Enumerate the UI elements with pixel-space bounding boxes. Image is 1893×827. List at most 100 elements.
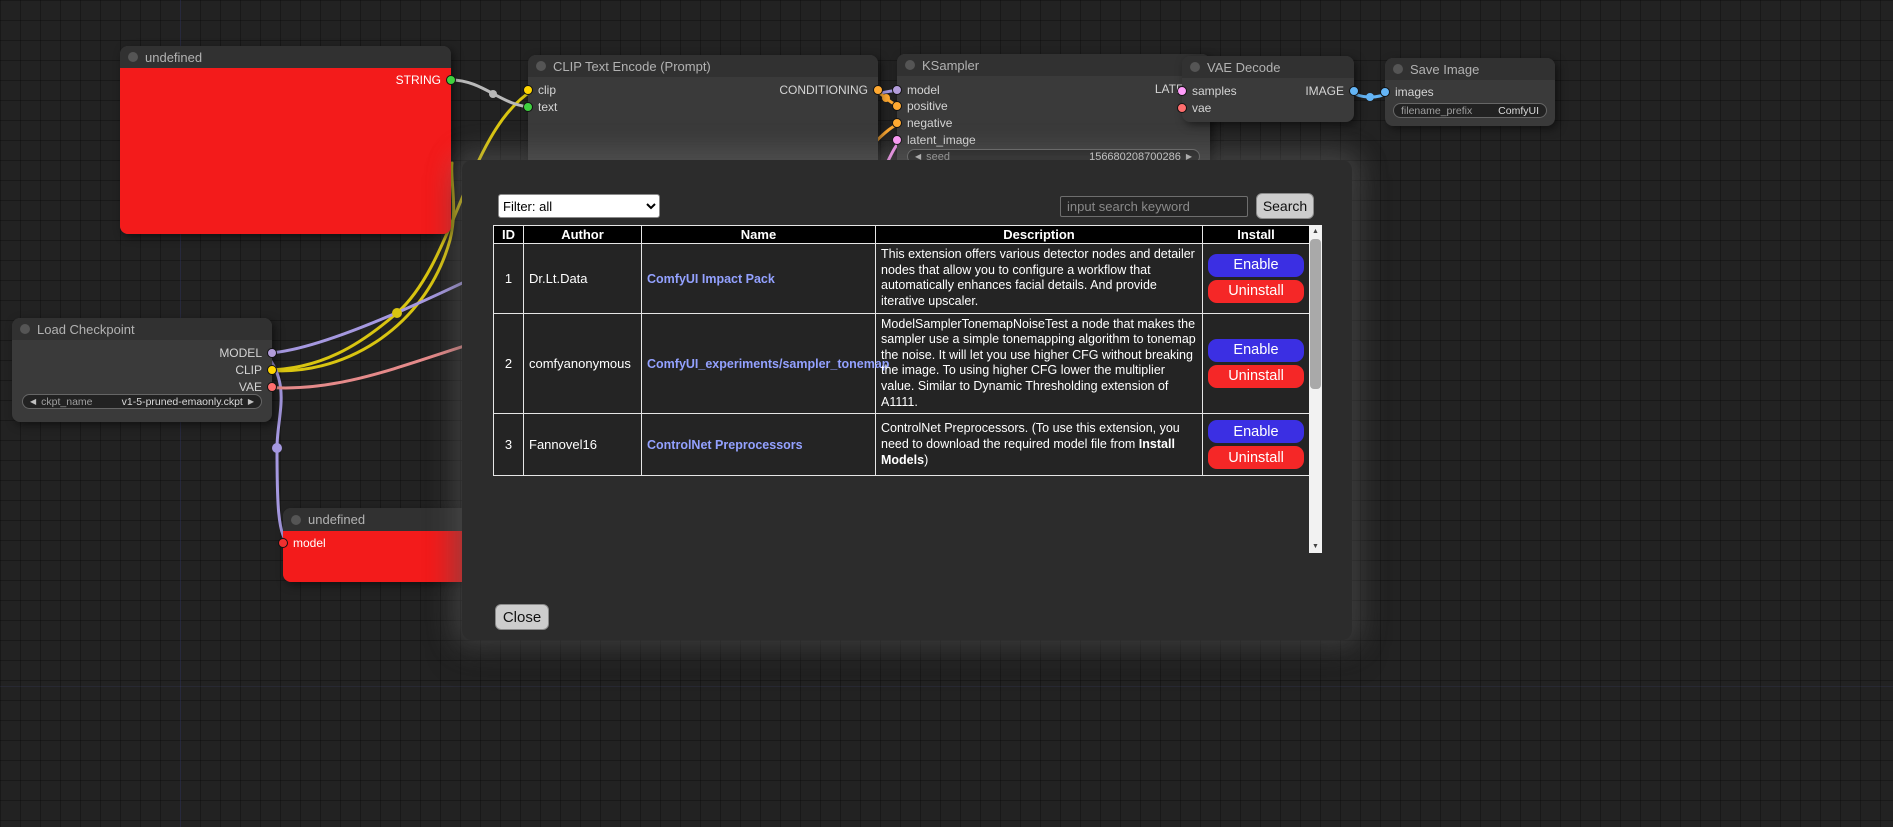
image-port-dot[interactable] bbox=[1380, 87, 1390, 97]
port-label: STRING bbox=[396, 73, 441, 87]
output-port-image[interactable]: IMAGE bbox=[1305, 84, 1359, 98]
uninstall-button[interactable]: Uninstall bbox=[1208, 280, 1304, 303]
link-midpoint-dot[interactable] bbox=[392, 308, 402, 318]
image-port-dot[interactable] bbox=[1349, 86, 1359, 96]
input-port-positive[interactable]: positive bbox=[892, 99, 948, 113]
extension-row: 2 comfyanonymous ComfyUI_experiments/sam… bbox=[494, 313, 1310, 414]
port-label: negative bbox=[907, 116, 952, 130]
input-port-samples[interactable]: samples bbox=[1177, 84, 1237, 98]
node-collapse-dot[interactable] bbox=[536, 61, 546, 71]
clip-port-dot[interactable] bbox=[523, 85, 533, 95]
filter-select[interactable]: Filter: all bbox=[498, 194, 660, 218]
description-text: ControlNet Preprocessors. (To use this e… bbox=[881, 421, 1180, 451]
node-vae-decode[interactable]: VAE Decode samples vae IMAGE bbox=[1182, 56, 1354, 122]
node-collapse-dot[interactable] bbox=[291, 515, 301, 525]
vae-port-dot[interactable] bbox=[267, 382, 277, 392]
model-port-dot[interactable] bbox=[278, 538, 288, 548]
node-header[interactable]: undefined bbox=[120, 46, 451, 68]
link-midpoint-dot[interactable] bbox=[882, 94, 890, 102]
node-collapse-dot[interactable] bbox=[905, 60, 915, 70]
output-port-conditioning[interactable]: CONDITIONING bbox=[779, 83, 883, 97]
node-collapse-dot[interactable] bbox=[1393, 64, 1403, 74]
node-header[interactable]: VAE Decode bbox=[1182, 56, 1354, 78]
node-title: undefined bbox=[308, 512, 365, 527]
extension-name-link[interactable]: ControlNet Preprocessors bbox=[647, 438, 803, 452]
model-port-dot[interactable] bbox=[267, 348, 277, 358]
input-port-images[interactable]: images bbox=[1380, 85, 1434, 99]
extension-name-link[interactable]: ComfyUI_experiments/sampler_tonemap bbox=[647, 357, 889, 371]
col-header-author: Author bbox=[524, 226, 642, 244]
uninstall-button[interactable]: Uninstall bbox=[1208, 365, 1304, 388]
input-port-latent-image[interactable]: latent_image bbox=[892, 133, 976, 147]
conditioning-port-dot[interactable] bbox=[892, 118, 902, 128]
node-header[interactable]: KSampler bbox=[897, 54, 1210, 76]
latent-port-dot[interactable] bbox=[1177, 86, 1187, 96]
link-midpoint-dot[interactable] bbox=[489, 90, 497, 98]
vae-port-dot[interactable] bbox=[1177, 103, 1187, 113]
ckpt-name-widget[interactable]: ◀ ckpt_name v1-5-pruned-emaonly.ckpt ▶ bbox=[22, 394, 262, 409]
search-button[interactable]: Search bbox=[1256, 193, 1314, 219]
enable-button[interactable]: Enable bbox=[1208, 420, 1304, 443]
search-input[interactable] bbox=[1060, 196, 1248, 217]
output-port-clip[interactable]: CLIP bbox=[235, 363, 277, 377]
string-port-dot[interactable] bbox=[446, 75, 456, 85]
input-port-vae[interactable]: vae bbox=[1177, 101, 1211, 115]
node-header[interactable]: CLIP Text Encode (Prompt) bbox=[528, 55, 878, 77]
conditioning-port-dot[interactable] bbox=[892, 101, 902, 111]
install-custom-nodes-dialog: Filter: all Search ID Author Name Descri… bbox=[462, 160, 1352, 640]
extension-description: This extension offers various detector n… bbox=[876, 244, 1203, 314]
close-button[interactable]: Close bbox=[495, 604, 549, 630]
node-header[interactable]: Save Image bbox=[1385, 58, 1555, 80]
node-title: Load Checkpoint bbox=[37, 322, 135, 337]
port-label: VAE bbox=[239, 380, 262, 394]
node-save-image[interactable]: Save Image images filename_prefix ComfyU… bbox=[1385, 58, 1555, 126]
enable-button[interactable]: Enable bbox=[1208, 254, 1304, 277]
node-undefined-top[interactable]: undefined STRING bbox=[120, 46, 451, 234]
node-collapse-dot[interactable] bbox=[128, 52, 138, 62]
port-label: CONDITIONING bbox=[779, 83, 868, 97]
output-port-model[interactable]: MODEL bbox=[219, 346, 277, 360]
widget-value: v1-5-pruned-emaonly.ckpt bbox=[122, 396, 243, 408]
latent-port-dot[interactable] bbox=[892, 135, 902, 145]
extension-install-cell: Enable Uninstall bbox=[1203, 244, 1310, 314]
output-port-string[interactable]: STRING bbox=[396, 73, 456, 87]
error-node-body bbox=[120, 68, 451, 234]
extension-author: Dr.Lt.Data bbox=[524, 244, 642, 314]
extension-table: ID Author Name Description Install 1 Dr.… bbox=[493, 225, 1310, 476]
link-midpoint-dot[interactable] bbox=[1366, 93, 1374, 101]
scrollbar-thumb[interactable] bbox=[1310, 239, 1321, 389]
node-header[interactable]: Load Checkpoint bbox=[12, 318, 272, 340]
input-port-clip[interactable]: clip bbox=[523, 83, 556, 97]
decrement-icon[interactable]: ◀ bbox=[30, 398, 36, 406]
string-port-dot[interactable] bbox=[523, 102, 533, 112]
model-port-dot[interactable] bbox=[892, 85, 902, 95]
node-title: undefined bbox=[145, 50, 202, 65]
description-text: ) bbox=[924, 453, 928, 467]
link-midpoint-dot[interactable] bbox=[272, 443, 282, 453]
input-port-negative[interactable]: negative bbox=[892, 116, 952, 130]
enable-button[interactable]: Enable bbox=[1208, 339, 1304, 362]
col-header-install: Install bbox=[1203, 226, 1310, 244]
filename-prefix-widget[interactable]: filename_prefix ComfyUI bbox=[1393, 103, 1547, 118]
node-collapse-dot[interactable] bbox=[1190, 62, 1200, 72]
input-port-model[interactable]: model bbox=[892, 83, 940, 97]
scroll-up-icon[interactable]: ▲ bbox=[1309, 225, 1322, 238]
output-port-vae[interactable]: VAE bbox=[239, 380, 277, 394]
clip-port-dot[interactable] bbox=[267, 365, 277, 375]
extension-name-link[interactable]: ComfyUI Impact Pack bbox=[647, 272, 775, 286]
node-title: CLIP Text Encode (Prompt) bbox=[553, 59, 711, 74]
increment-icon[interactable]: ▶ bbox=[248, 398, 254, 406]
table-scrollbar[interactable]: ▲ ▼ bbox=[1309, 225, 1322, 553]
extension-id: 2 bbox=[494, 313, 524, 414]
scroll-down-icon[interactable]: ▼ bbox=[1309, 540, 1322, 553]
node-load-checkpoint[interactable]: Load Checkpoint MODEL CLIP VAE ◀ ckpt_na… bbox=[12, 318, 272, 422]
extension-row: 3 Fannovel16 ControlNet Preprocessors Co… bbox=[494, 414, 1310, 476]
node-collapse-dot[interactable] bbox=[20, 324, 30, 334]
input-port-text[interactable]: text bbox=[523, 100, 557, 114]
extension-row: 1 Dr.Lt.Data ComfyUI Impact Pack This ex… bbox=[494, 244, 1310, 314]
conditioning-port-dot[interactable] bbox=[873, 85, 883, 95]
input-port-model[interactable]: model bbox=[278, 536, 326, 550]
port-label: samples bbox=[1192, 84, 1237, 98]
extension-description: ControlNet Preprocessors. (To use this e… bbox=[876, 414, 1203, 476]
uninstall-button[interactable]: Uninstall bbox=[1208, 446, 1304, 469]
